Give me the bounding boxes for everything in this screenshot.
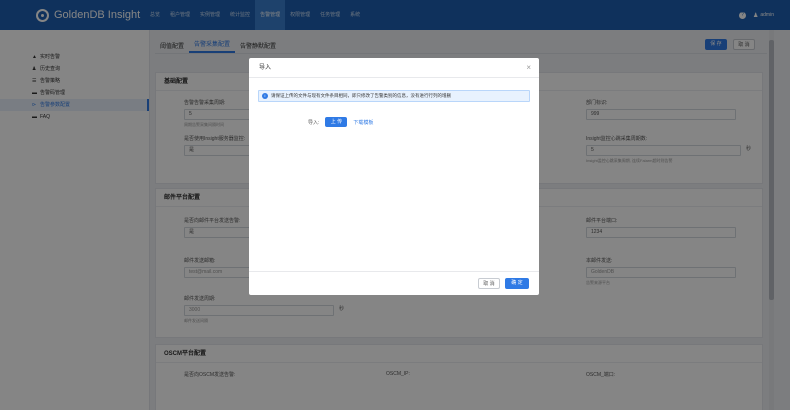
dialog-cancel-button[interactable]: 取 消 xyxy=(478,278,500,289)
import-label: 导入: xyxy=(308,119,320,126)
import-dialog: 导入 × i 请保证上传的文件与现有文件条目相同，即只修改了告警类别的信息，没有… xyxy=(249,58,539,295)
info-icon: i xyxy=(262,93,268,99)
dialog-header: 导入 × xyxy=(249,58,539,78)
upload-button[interactable]: 上 传 xyxy=(325,117,348,127)
dialog-footer: 取 消 确 定 xyxy=(249,271,539,295)
dialog-title: 导入 xyxy=(259,65,272,71)
close-icon[interactable]: × xyxy=(526,58,531,78)
info-alert: i 请保证上传的文件与现有文件条目相同，即只修改了告警类别的信息，没有进行行列的… xyxy=(258,90,530,102)
dialog-ok-button[interactable]: 确 定 xyxy=(505,278,529,289)
alert-text: 请保证上传的文件与现有文件条目相同，即只修改了告警类别的信息，没有进行行列的增删 xyxy=(271,93,451,98)
download-template-link[interactable]: 下载模板 xyxy=(353,119,373,126)
import-row: 导入: 上 传 下载模板 xyxy=(308,117,373,127)
